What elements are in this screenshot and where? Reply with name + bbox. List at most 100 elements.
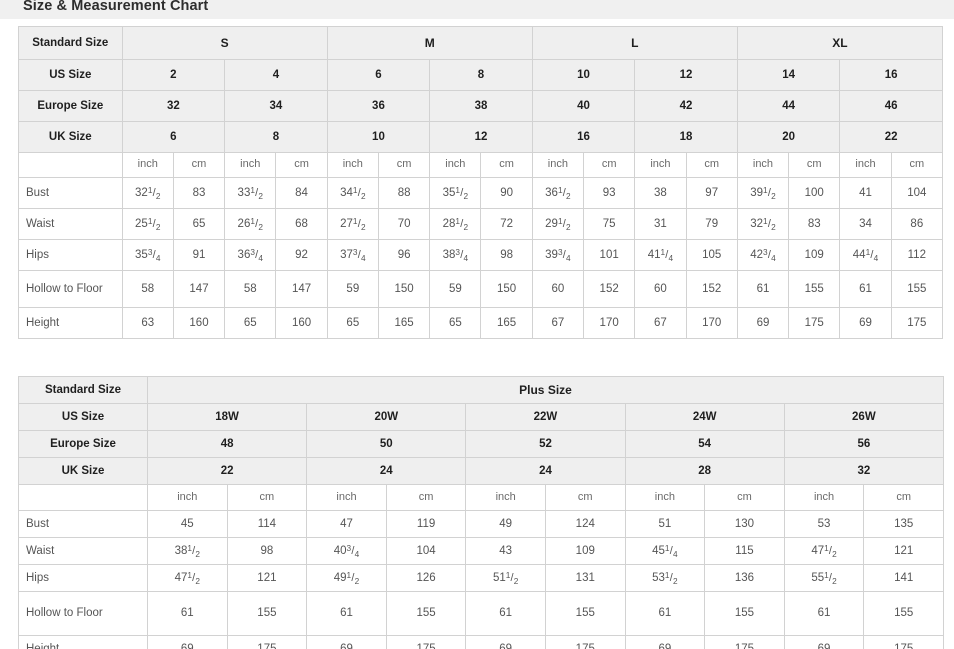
measurement-value-cell: 150	[480, 270, 533, 308]
measurement-value-cell: 121	[226, 564, 308, 592]
group-header-xl: XL	[736, 26, 944, 60]
measurement-value-cell: 115	[704, 537, 785, 565]
measurement-value-cell: 60	[634, 270, 687, 308]
size-row: US Size 18W 20W 22W 24W 26W	[18, 403, 944, 431]
size-value-cell: 56	[783, 430, 944, 458]
unit-cell-cm: cm	[172, 152, 226, 178]
measurement-label: Hollow to Floor	[18, 591, 148, 636]
measurement-value-cell: 351/2	[429, 177, 482, 209]
measurement-value-cell: 155	[544, 591, 626, 636]
measurement-value-cell: 43	[465, 537, 546, 565]
measurement-value-cell: 361/2	[531, 177, 585, 209]
measurement-value-cell: 104	[385, 537, 467, 565]
size-row: UK Size 22 24 24 28 32	[18, 457, 944, 485]
measurement-value-cell: 121	[863, 537, 944, 565]
size-value-cell: 2	[121, 59, 226, 91]
measurement-value-cell: 91	[172, 239, 226, 271]
measurement-value-cell: 165	[480, 307, 533, 339]
size-value-cell: 36	[326, 90, 431, 122]
measurement-value-cell: 147	[172, 270, 226, 308]
measurement-value-cell: 51	[624, 510, 706, 538]
size-value-cell: 12	[429, 121, 533, 153]
measurement-value-cell: 281/2	[429, 208, 482, 240]
measurement-value-cell: 373/4	[326, 239, 379, 271]
size-row-label: UK Size	[18, 457, 148, 485]
size-value-cell: 6	[121, 121, 226, 153]
group-header-plus-size: Plus Size	[147, 376, 944, 404]
measurement-value-cell: 45	[147, 510, 228, 538]
measurement-value-cell: 152	[583, 270, 636, 308]
measurement-value-cell: 155	[863, 591, 944, 636]
measurement-value-cell: 160	[172, 307, 226, 339]
measurement-value-cell: 393/4	[531, 239, 585, 271]
measurement-value-cell: 86	[890, 208, 944, 240]
size-value-cell: 24	[306, 457, 467, 485]
measurement-value-cell: 341/2	[326, 177, 379, 209]
size-value-cell: 22	[839, 121, 943, 153]
measurement-value-cell: 271/2	[326, 208, 379, 240]
measurement-value-cell: 72	[480, 208, 533, 240]
size-value-cell: 32	[783, 457, 944, 485]
measurement-value-cell: 34	[839, 208, 892, 240]
unit-cell-cm: cm	[480, 152, 533, 178]
measurement-value-cell: 58	[121, 270, 174, 308]
measurement-value-cell: 61	[736, 270, 790, 308]
measurement-row: Height 69 175 69 175 69 175 69 175 69 175	[18, 635, 944, 649]
size-value-cell: 22W	[465, 403, 626, 431]
measurement-value-cell: 68	[275, 208, 328, 240]
group-header-l: L	[531, 26, 738, 60]
measurement-value-cell: 61	[306, 591, 387, 636]
measurement-value-cell: 155	[890, 270, 944, 308]
measurement-value-cell: 321/2	[736, 208, 790, 240]
unit-cell-cm: cm	[788, 152, 841, 178]
size-value-cell: 16	[531, 121, 636, 153]
size-value-cell: 10	[531, 59, 636, 91]
measurement-value-cell: 551/2	[783, 564, 865, 592]
measurement-value-cell: 63	[121, 307, 174, 339]
measurement-value-cell: 331/2	[224, 177, 277, 209]
measurement-value-cell: 165	[377, 307, 431, 339]
size-value-cell: 10	[326, 121, 431, 153]
measurement-value-cell: 175	[788, 307, 841, 339]
measurement-value-cell: 114	[226, 510, 308, 538]
size-value-cell: 54	[624, 430, 785, 458]
corner-label-cell: Standard Size	[18, 26, 123, 60]
unit-cell-cm: cm	[275, 152, 328, 178]
size-chart-page: Size & Measurement Chart Standard Size S M…	[0, 0, 954, 649]
size-row: UK Size 6 8 10 12 16 18 20 22	[18, 121, 943, 153]
unit-cell-cm: cm	[863, 484, 944, 511]
measurement-value-cell: 65	[172, 208, 226, 240]
measurement-value-cell: 88	[377, 177, 431, 209]
unit-row-corner	[18, 484, 148, 511]
measurement-value-cell: 147	[275, 270, 328, 308]
unit-cell-cm: cm	[704, 484, 785, 511]
measurement-value-cell: 321/2	[121, 177, 174, 209]
measurement-value-cell: 155	[226, 591, 308, 636]
unit-cell-cm: cm	[583, 152, 636, 178]
measurement-value-cell: 96	[377, 239, 431, 271]
unit-cell-inch: inch	[634, 152, 687, 178]
measurement-value-cell: 65	[224, 307, 277, 339]
measurement-value-cell: 491/2	[306, 564, 387, 592]
measurement-label: Height	[18, 635, 148, 649]
measurement-value-cell: 109	[788, 239, 841, 271]
measurement-value-cell: 101	[583, 239, 636, 271]
measurement-value-cell: 170	[685, 307, 738, 339]
corner-label-cell: Standard Size	[18, 376, 148, 404]
unit-cell-inch: inch	[783, 484, 865, 511]
size-value-cell: 6	[326, 59, 431, 91]
measurement-value-cell: 112	[890, 239, 944, 271]
measurement-value-cell: 175	[544, 635, 626, 649]
group-header-row: Standard Size S M L XL	[18, 26, 944, 60]
measurement-value-cell: 152	[685, 270, 738, 308]
unit-row: inch cm inch cm inch cm inch cm inch cm	[18, 484, 944, 511]
measurement-value-cell: 141	[863, 564, 944, 592]
measurement-value-cell: 69	[624, 635, 706, 649]
size-value-cell: 34	[224, 90, 328, 122]
group-header-s: S	[121, 26, 328, 60]
measurement-value-cell: 70	[377, 208, 431, 240]
size-value-cell: 28	[624, 457, 785, 485]
unit-cell-inch: inch	[465, 484, 546, 511]
measurement-value-cell: 261/2	[224, 208, 277, 240]
measurement-row: Hollow to Floor 61 155 61 155 61 155 61 155 61 155	[18, 591, 944, 636]
